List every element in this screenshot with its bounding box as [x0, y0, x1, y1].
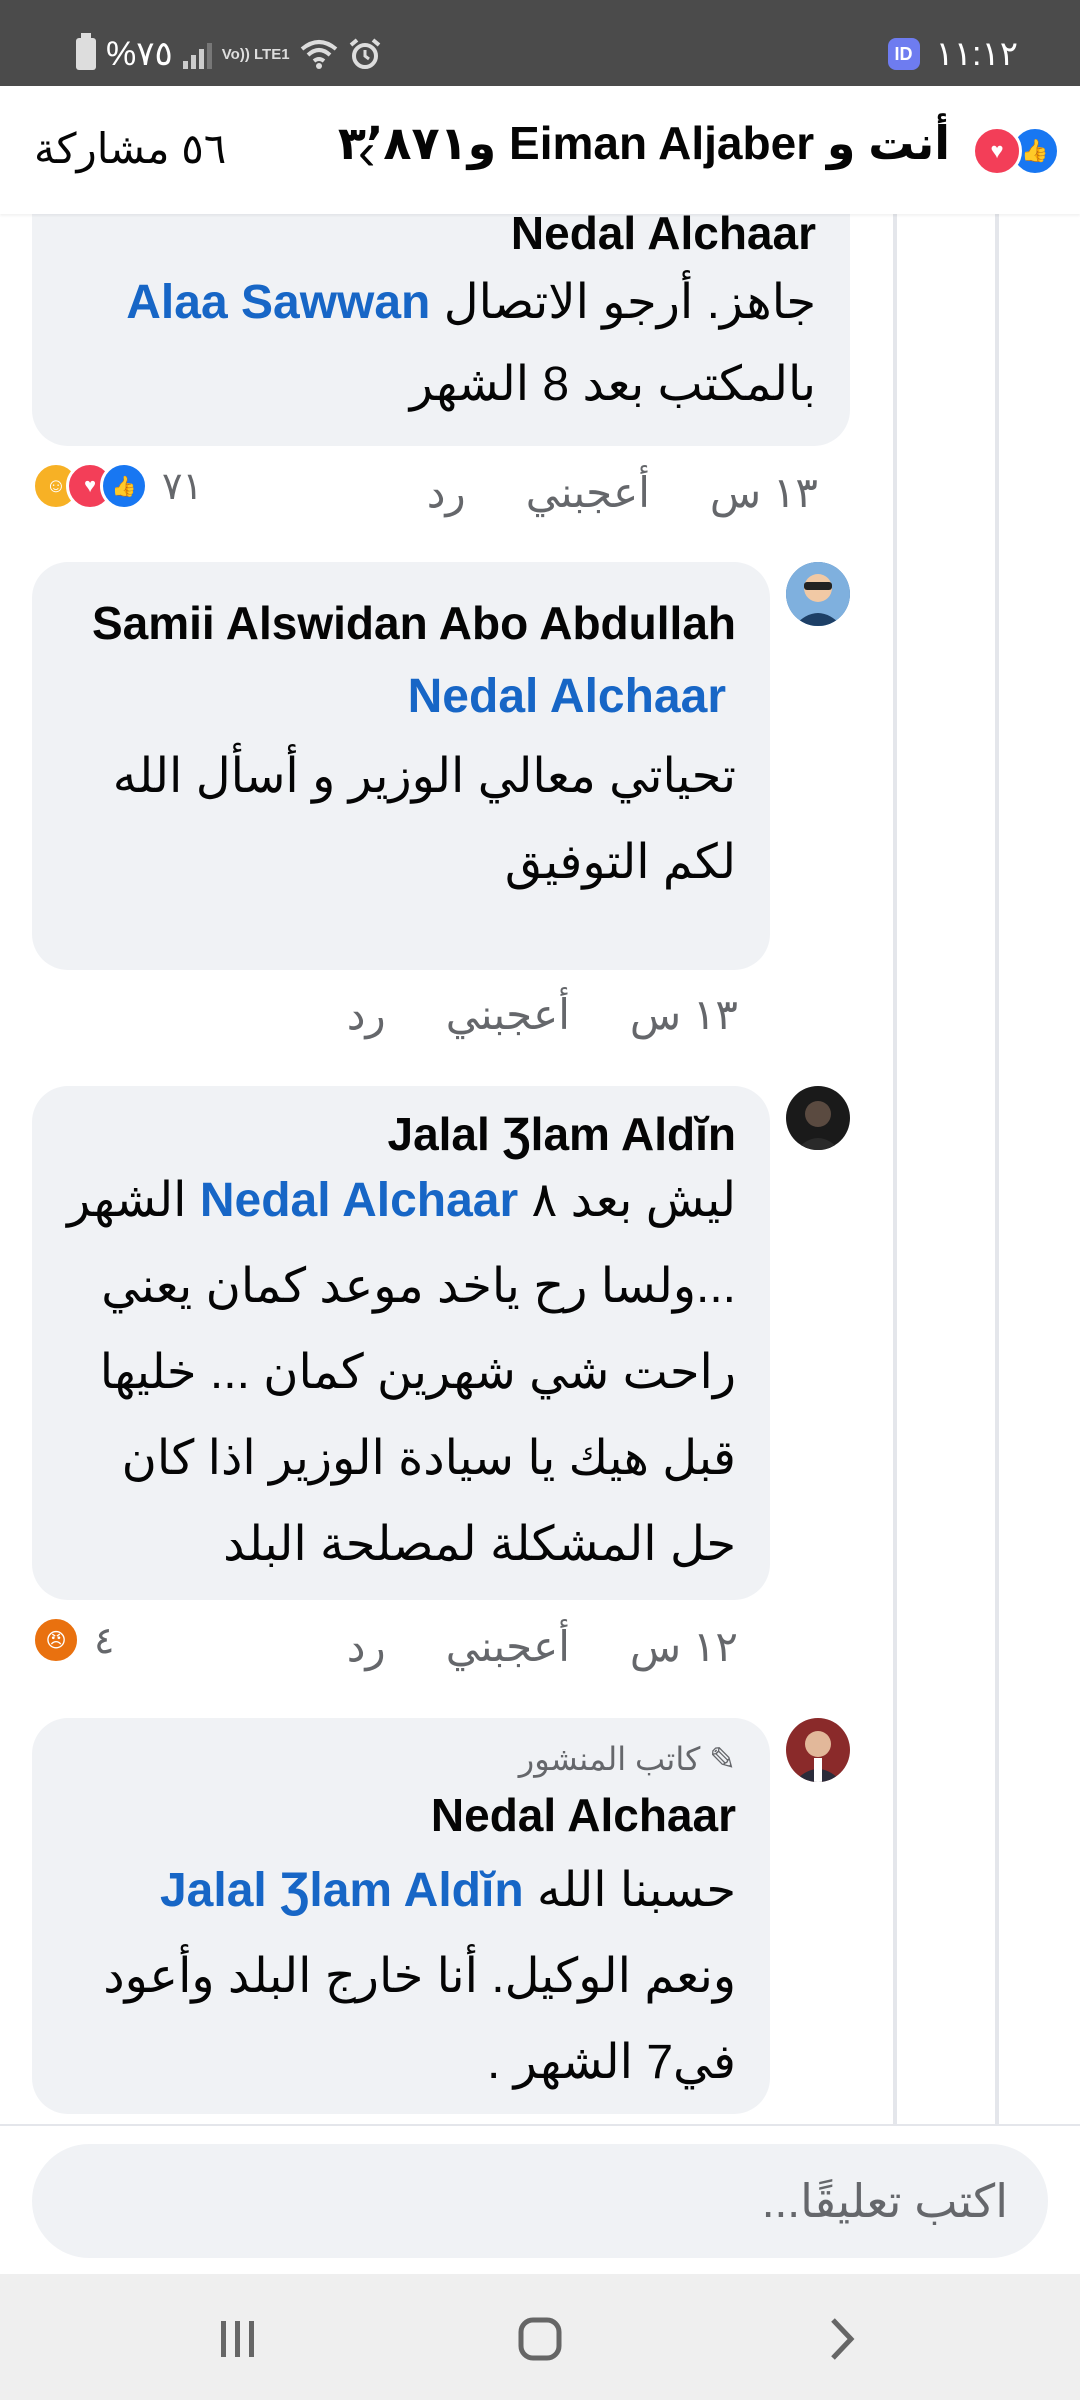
comment-text: جاهز. أرجو الاتصال Alaa Sawwan بالمكتب ب… — [66, 262, 816, 426]
comment-bubble[interactable]: Nedal Alchaar جاهز. أرجو الاتصال Alaa Sa… — [32, 190, 850, 446]
battery-level: %٧٥ — [106, 35, 173, 73]
like-button[interactable]: أعجبني — [526, 468, 650, 517]
comment-input[interactable] — [32, 2144, 1048, 2258]
comment-reactions[interactable]: ☺ ♥ 👍 ٧١ — [32, 462, 203, 510]
reply-button[interactable]: رد — [347, 1622, 386, 1671]
comment-text-before: ليش بعد ٨ — [531, 1174, 736, 1227]
status-right: ID ١١:١٢ — [887, 34, 1019, 74]
like-reaction-icon: 👍 — [100, 462, 148, 510]
avatar[interactable] — [786, 562, 850, 626]
comment-actions: ١٢ س أعجبني رد — [347, 1622, 738, 1671]
status-left: %٧٥ Vo)) LTE1 — [76, 33, 382, 74]
status-bar: %٧٥ Vo)) LTE1 ID ١١:١٢ — [0, 0, 1080, 86]
mention-link[interactable]: Jalal Ʒlam Aldĭn — [160, 1864, 524, 1917]
avatar[interactable] — [786, 1086, 850, 1150]
signal-icon — [182, 39, 212, 69]
comment-author[interactable]: Nedal Alchaar — [66, 1782, 736, 1848]
reply-button[interactable]: رد — [427, 468, 466, 517]
thread-line — [995, 214, 999, 2124]
reaction-summary[interactable]: أنت و Eiman Aljaber و٣٬٨٧١ — [338, 116, 950, 170]
like-button[interactable]: أعجبني — [446, 990, 570, 1039]
comment-actions: ١٣ س أعجبني رد — [347, 990, 738, 1039]
chevron-left-icon[interactable]: ‹ — [358, 122, 375, 182]
author-tag-label: كاتب المنشور — [518, 1741, 701, 1777]
mention-link[interactable]: Nedal Alchaar — [200, 1174, 518, 1227]
alarm-icon — [349, 38, 380, 69]
reactions-header[interactable]: ♥ 👍 أنت و Eiman Aljaber و٣٬٨٧١ ‹ ٥٦ مشار… — [0, 86, 1080, 214]
comment-reactions[interactable]: 😠 ٤ — [32, 1616, 114, 1664]
clock: ١١:١٢ — [935, 35, 1019, 73]
comment-author[interactable]: Samii Alswidan Abo Abdullah — [66, 586, 736, 660]
comment-time: ١٢ س — [629, 1623, 738, 1670]
angry-reaction-icon: 😠 — [32, 1616, 80, 1664]
comment-text-after: الشهر ...ولسا رح ياخد موعد كمان يعني راح… — [67, 1174, 736, 1571]
like-button[interactable]: أعجبني — [446, 1622, 570, 1671]
system-nav-bar — [0, 2274, 1080, 2400]
header-reactions: ♥ 👍 — [972, 126, 1060, 176]
comment-bubble[interactable]: Jalal Ʒlam Aldĭn ليش بعد ٨ Nedal Alchaar… — [32, 1086, 770, 1600]
comment-time: ١٣ س — [709, 469, 818, 516]
comment-text: تحياتي معالي الوزير و أسأل الله لكم التو… — [112, 750, 736, 889]
wifi-icon — [300, 40, 337, 69]
back-icon[interactable] — [812, 2314, 872, 2364]
comment-text: ليش بعد ٨ Nedal Alchaar الشهر ...ولسا رح… — [66, 1158, 736, 1588]
reaction-count: ٧١ — [162, 465, 203, 508]
comment-bubble[interactable]: Samii Alswidan Abo Abdullah Nedal Alchaa… — [32, 562, 770, 970]
comment-text-before: جاهز. أرجو الاتصال — [443, 276, 816, 329]
mention-link[interactable]: Nedal Alchaar — [66, 660, 726, 734]
comment-text: حسبنا الله Jalal Ʒlam Aldĭn ونعم الوكيل.… — [66, 1848, 736, 2106]
avatar[interactable] — [786, 1718, 850, 1782]
home-icon[interactable] — [510, 2314, 570, 2364]
thread-line — [893, 214, 897, 2124]
recents-icon[interactable] — [208, 2314, 268, 2364]
shares-count[interactable]: ٥٦ مشاركة — [34, 124, 226, 173]
love-reaction-icon: ♥ — [972, 126, 1022, 176]
comment-text-after: بالمكتب بعد 8 الشهر — [409, 358, 816, 411]
comment-author[interactable]: Jalal Ʒlam Aldĭn — [66, 1110, 736, 1158]
network-label: Vo)) LTE1 — [221, 45, 290, 63]
pencil-icon: ✎ — [709, 1741, 736, 1777]
comment-text-after: ونعم الوكيل. أنا خارج البلد وأعود في7 ال… — [103, 1950, 736, 2089]
author-tag: ✎ كاتب المنشور — [66, 1736, 736, 1782]
app-notification-icon: ID — [887, 38, 920, 70]
comment-bubble[interactable]: ✎ كاتب المنشور Nedal Alchaar حسبنا الله … — [32, 1718, 770, 2114]
comment-time: ١٣ س — [629, 991, 738, 1038]
comment-text-before: حسبنا الله — [536, 1864, 736, 1917]
reaction-count: ٤ — [94, 1619, 115, 1662]
battery-icon — [76, 33, 96, 70]
reply-button[interactable]: رد — [347, 990, 386, 1039]
comment-composer — [0, 2124, 1080, 2276]
comment-actions: ١٣ س أعجبني رد — [427, 468, 818, 517]
mention-link[interactable]: Alaa Sawwan — [126, 276, 430, 329]
